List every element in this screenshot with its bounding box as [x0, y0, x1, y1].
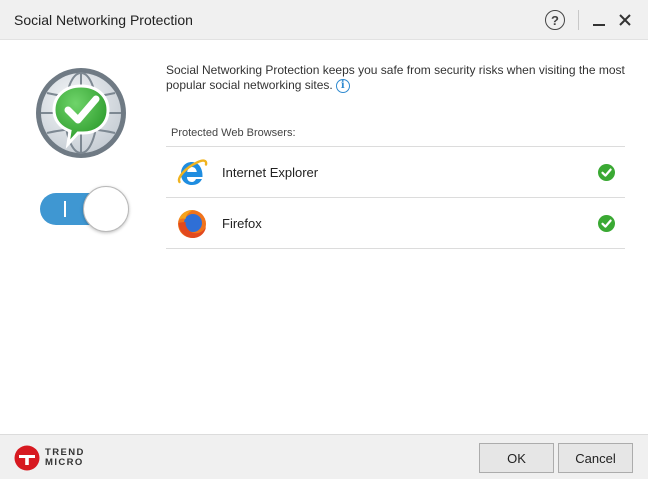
window-title: Social Networking Protection — [14, 12, 193, 28]
info-icon[interactable]: i — [335, 78, 350, 93]
toggle-knob[interactable] — [83, 186, 129, 232]
help-icon: ? — [545, 10, 565, 30]
browser-row-internet-explorer: Internet Explorer — [166, 147, 625, 198]
browser-name: Internet Explorer — [222, 165, 319, 180]
logo-line2: MICRO — [45, 457, 84, 468]
logo-text: TREND MICRO — [45, 448, 85, 468]
titlebar-divider — [578, 10, 579, 30]
title-bar: Social Networking Protection ? — [0, 0, 648, 40]
browser-list: Internet Explorer Firefox — [166, 146, 625, 249]
protected-browsers-label: Protected Web Browsers: — [171, 127, 296, 139]
protection-toggle[interactable] — [40, 186, 130, 232]
minimize-icon — [593, 24, 605, 26]
description: Social Networking Protection keeps you s… — [166, 63, 626, 93]
close-icon — [619, 14, 631, 26]
cancel-button[interactable]: Cancel — [558, 443, 633, 473]
browser-name: Firefox — [222, 216, 262, 231]
trend-micro-logo: TREND MICRO — [14, 445, 85, 471]
check-icon — [598, 164, 615, 181]
help-button[interactable]: ? — [543, 8, 567, 32]
globe-check-icon — [36, 68, 126, 158]
internet-explorer-icon — [177, 159, 208, 185]
footer-bar: TREND MICRO OK Cancel — [0, 434, 648, 479]
check-icon — [598, 215, 615, 232]
toggle-on-indicator — [64, 201, 66, 217]
minimize-button[interactable] — [587, 8, 611, 32]
description-text: Social Networking Protection keeps you s… — [166, 63, 625, 92]
trend-micro-logo-icon — [14, 445, 40, 471]
browser-row-firefox: Firefox — [166, 198, 625, 249]
firefox-icon — [178, 210, 206, 238]
ok-button[interactable]: OK — [479, 443, 554, 473]
close-button[interactable] — [613, 8, 637, 32]
